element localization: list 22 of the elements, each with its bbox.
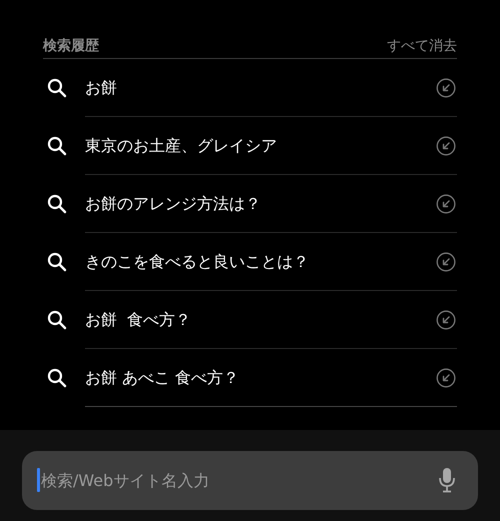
history-item[interactable]: お餅 食べ方？ xyxy=(43,291,457,349)
clear-all-button[interactable]: すべて消去 xyxy=(387,37,457,55)
search-icon xyxy=(47,78,67,98)
history-item[interactable]: お餅 あべこ 食べ方？ xyxy=(43,349,457,407)
query-text: お餅 xyxy=(85,78,118,98)
history-item[interactable]: お餅 xyxy=(43,59,457,117)
query-text: きのこを食べると良いことは？ xyxy=(85,252,310,272)
search-icon xyxy=(47,310,67,330)
search-icon xyxy=(47,136,67,156)
query-text: お餅 あべこ 食べ方？ xyxy=(85,368,240,388)
history-item[interactable]: きのこを食べると良いことは？ xyxy=(43,233,457,291)
section-title: 検索履歴 xyxy=(43,37,99,55)
search-icon xyxy=(47,252,67,272)
history-item[interactable]: 東京のお土産、グレイシア xyxy=(43,117,457,175)
history-item[interactable]: お餅のアレンジ方法は？ xyxy=(43,175,457,233)
search-icon xyxy=(47,194,67,214)
microphone-icon[interactable] xyxy=(438,467,456,493)
search-icon xyxy=(47,368,67,388)
query-text: お餅のアレンジ方法は？ xyxy=(85,194,262,214)
query-text: 東京のお土産、グレイシア xyxy=(85,136,278,156)
query-text: お餅 食べ方？ xyxy=(85,310,192,330)
search-field[interactable]: 検索/Webサイト名入力 xyxy=(22,451,478,510)
